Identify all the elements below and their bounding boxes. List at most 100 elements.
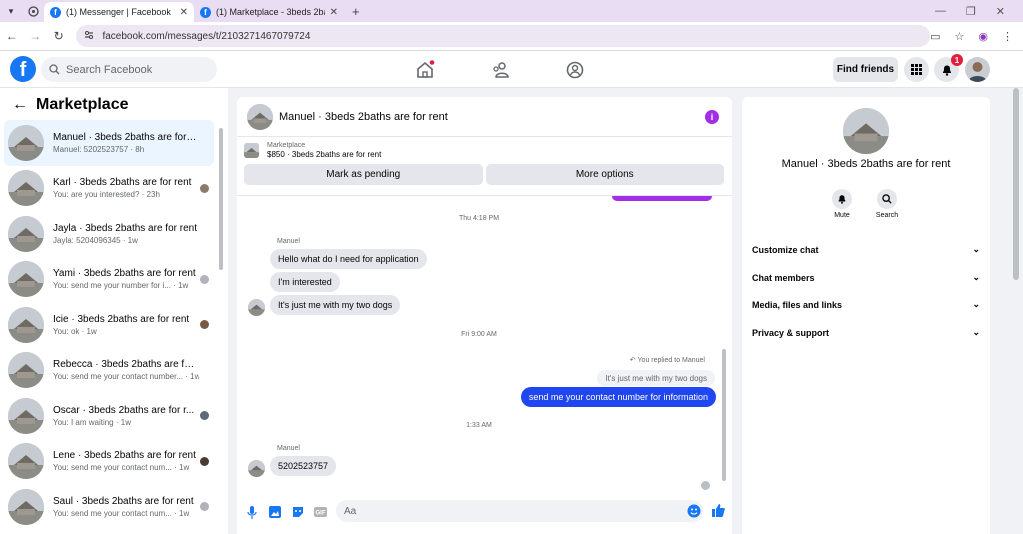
section-media-files-links[interactable]: Media, files and links ⌄	[752, 299, 980, 310]
conversation-info-panel: Manuel · 3beds 2baths are for rent Mute …	[742, 97, 990, 534]
page-scrollbar[interactable]	[1013, 88, 1019, 280]
gif-icon[interactable]: GIF	[309, 507, 332, 517]
sender-avatar[interactable]	[248, 299, 265, 316]
close-tab-icon[interactable]: ✕	[330, 7, 338, 18]
restore-icon[interactable]: ❐	[966, 5, 976, 18]
more-menu-icon[interactable]: ⋮	[1002, 30, 1013, 43]
message-bubble-incoming[interactable]: I'm interested	[270, 272, 340, 292]
facebook-search-input[interactable]	[66, 63, 206, 76]
friends-icon[interactable]	[491, 60, 511, 80]
conversation-item-karl[interactable]: Karl · 3beds 2baths are for rent You: ar…	[4, 166, 214, 212]
read-receipt-avatar	[200, 274, 209, 284]
bookmark-star-icon[interactable]: ☆	[955, 30, 965, 43]
message-bubble-outgoing[interactable]: send me your contact number for informat…	[520, 387, 716, 407]
conversation-item-jayla[interactable]: Jayla · 3beds 2baths are for rent Jayla:…	[4, 211, 214, 257]
read-receipt-avatar	[200, 411, 209, 420]
groups-icon[interactable]	[565, 60, 585, 80]
message-composer: GIF	[237, 497, 732, 527]
forward-icon[interactable]: →	[23, 29, 46, 43]
close-tab-icon[interactable]: ✕	[180, 7, 188, 18]
site-settings-icon[interactable]	[84, 30, 94, 43]
chat-scrollbar[interactable]	[722, 349, 726, 481]
cast-icon[interactable]: ▭	[930, 30, 940, 43]
address-bar-row: ← → ↻ facebook.com/messages/t/2103271467…	[0, 22, 1023, 51]
close-window-icon[interactable]: ✕	[996, 5, 1005, 18]
sender-avatar[interactable]	[248, 460, 265, 477]
timestamp: 1:33 AM	[466, 422, 492, 429]
section-privacy-support[interactable]: Privacy & support ⌄	[752, 327, 980, 338]
search-in-conversation-button[interactable]: Search	[870, 189, 904, 219]
conversation-item-manuel[interactable]: Manuel · 3beds 2baths are for re... Manu…	[4, 120, 214, 166]
listing-thumbnail	[8, 352, 44, 389]
conversation-item-saul[interactable]: Saul · 3beds 2baths are for rent You: se…	[4, 484, 214, 530]
more-options-button[interactable]: More options	[485, 164, 724, 185]
listing-price[interactable]: $850 · 3beds 2baths are for rent	[267, 150, 381, 159]
url-field[interactable]: facebook.com/messages/t/2103271467079724	[76, 25, 931, 47]
chat-panel: Manuel · 3beds 2baths are for rent i Mar…	[237, 97, 732, 534]
message-bubble-incoming[interactable]: 5202523757	[270, 456, 337, 476]
conversation-snippet: You: send me your contact number... · 1w	[53, 372, 199, 382]
mark-as-pending-button[interactable]: Mark as pending	[244, 164, 483, 185]
conversation-item-lene[interactable]: Lene · 3beds 2baths are for rent You: se…	[4, 439, 214, 485]
conversation-name: Rebecca · 3beds 2baths are for r...	[53, 359, 199, 371]
info-avatar[interactable]	[843, 108, 889, 154]
section-customize-chat[interactable]: Customize chat ⌄	[752, 244, 980, 255]
conversation-name: Yami · 3beds 2baths are for rent	[53, 268, 196, 280]
sidebar-title: Marketplace	[36, 96, 129, 113]
conversation-item-oscar[interactable]: Oscar · 3beds 2baths are for r... You: I…	[4, 393, 214, 439]
conversation-item-rebecca[interactable]: Rebecca · 3beds 2baths are for r... You:…	[4, 348, 214, 394]
toolbar-icons: ▭ ☆ ◉ ⋮	[930, 30, 1023, 43]
listing-thumbnail[interactable]	[244, 143, 259, 158]
read-receipt-avatar	[200, 320, 209, 329]
browser-menu-icon[interactable]	[22, 0, 44, 22]
tab-messenger[interactable]: f (1) Messenger | Facebook ✕	[44, 2, 194, 22]
profile-icon[interactable]: ◉	[978, 30, 988, 43]
mute-button[interactable]: Mute	[825, 189, 859, 219]
bell-icon	[942, 65, 951, 76]
thumbs-up-icon[interactable]	[707, 504, 730, 517]
section-label: Privacy & support	[752, 327, 830, 338]
find-friends-button[interactable]: Find friends	[833, 57, 898, 82]
listing-thumbnail	[8, 261, 44, 298]
back-arrow-icon[interactable]: ←	[12, 96, 28, 114]
conversation-snippet: You: send me your contact num... · 1w	[53, 463, 190, 473]
message-input-wrapper[interactable]	[336, 500, 703, 522]
message-bubble-incoming[interactable]: Hello what do I need for application	[270, 249, 427, 269]
tab-marketplace[interactable]: f (1) Marketplace - 3beds 2baths ✕	[194, 2, 344, 22]
facebook-search[interactable]	[41, 57, 217, 82]
chat-title[interactable]: Manuel · 3beds 2baths are for rent	[279, 111, 448, 123]
message-input[interactable]	[344, 505, 664, 517]
reload-icon[interactable]: ↻	[47, 29, 70, 43]
back-icon[interactable]: ←	[0, 29, 23, 43]
conversation-item-yami[interactable]: Yami · 3beds 2baths are for rent You: se…	[4, 257, 214, 303]
quoted-message[interactable]: It's just me with my two dogs	[597, 370, 715, 386]
mute-label: Mute	[834, 212, 850, 219]
bell-icon	[838, 195, 846, 204]
message-bubble-incoming[interactable]: It's just me with my two dogs	[270, 295, 401, 315]
previous-message-bubble	[612, 196, 712, 201]
sidebar-scrollbar[interactable]	[219, 128, 223, 270]
tab-search-chevron-icon[interactable]: ▾	[0, 0, 22, 22]
microphone-icon[interactable]	[240, 505, 263, 519]
chat-avatar[interactable]	[247, 103, 273, 130]
home-icon[interactable]	[415, 60, 435, 80]
facebook-header: f Find friends 1	[0, 51, 1023, 88]
conversation-item-icie[interactable]: Icie · 3beds 2baths are for rent You: ok…	[4, 302, 214, 348]
menu-grid-button[interactable]	[904, 57, 929, 82]
emoji-icon[interactable]	[687, 504, 701, 521]
chevron-down-icon: ⌄	[972, 272, 980, 282]
new-tab-button[interactable]: +	[344, 4, 368, 19]
conversation-snippet: You: send me your number for i... · 1w	[53, 281, 189, 291]
account-avatar[interactable]	[965, 57, 990, 82]
section-chat-members[interactable]: Chat members ⌄	[752, 272, 980, 283]
chat-header: Manuel · 3beds 2baths are for rent	[237, 97, 732, 137]
photo-icon[interactable]	[263, 506, 286, 518]
conversation-name: Icie · 3beds 2baths are for rent	[53, 313, 190, 325]
conversation-name: Saul · 3beds 2baths are for rent	[53, 495, 194, 507]
notification-badge: 1	[951, 54, 963, 66]
marketplace-sidebar: ← Marketplace Manuel · 3beds 2baths are …	[0, 88, 228, 534]
facebook-logo-icon[interactable]: f	[10, 56, 36, 82]
conversation-info-icon[interactable]: i	[705, 110, 719, 124]
minimize-icon[interactable]: —	[935, 5, 946, 18]
sticker-icon[interactable]	[286, 506, 309, 518]
